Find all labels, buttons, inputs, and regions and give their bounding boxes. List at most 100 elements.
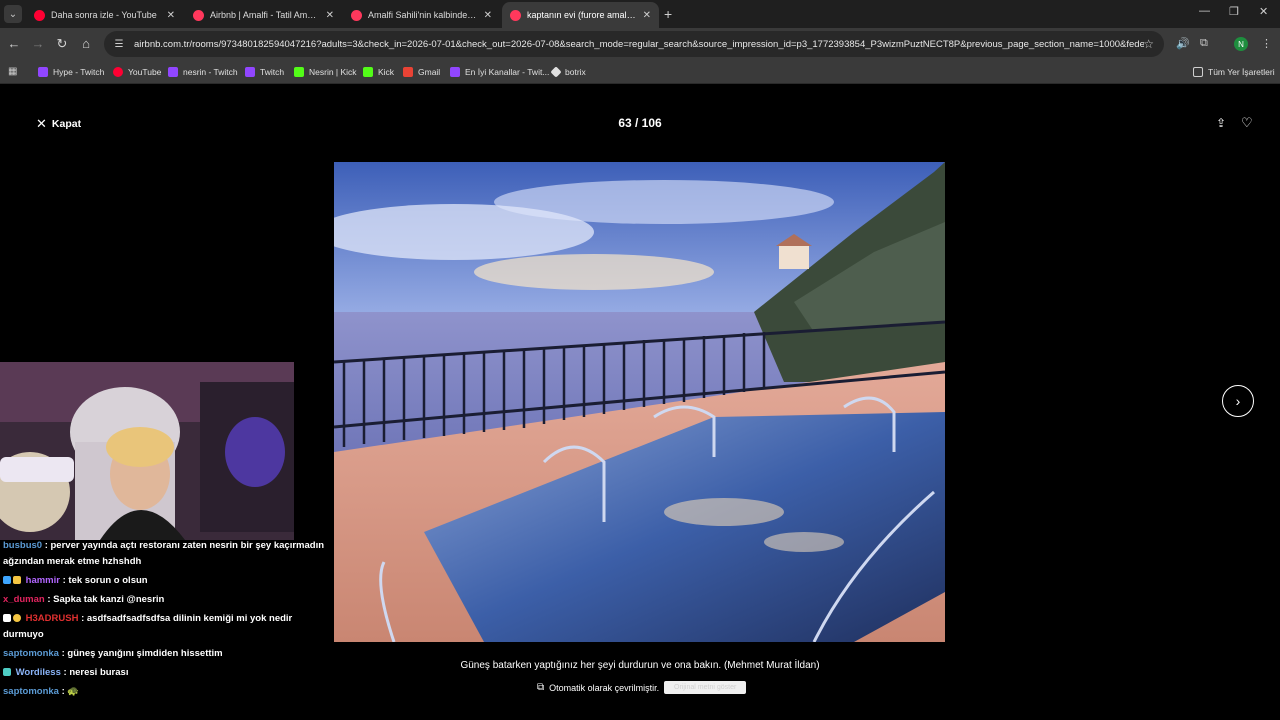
close-icon[interactable]: ✕ [643,10,651,21]
back-icon[interactable]: ← [6,36,22,51]
bookmark-item[interactable]: nesrin - Twitch [168,65,238,79]
chat-message: saptomonka : 🐢 [3,684,328,700]
folder-icon [1193,67,1203,77]
twitch-icon [38,67,48,77]
all-bookmarks-folder[interactable]: Tüm Yer İşaretleri [1193,65,1275,79]
close-label: Kapat [51,118,82,130]
youtube-icon [34,9,45,21]
chat-username: hammir [25,575,60,586]
bookmark-label: Twitch [260,67,285,77]
photo-counter: 63 / 106 [618,116,662,130]
chat-text: : Sapka tak kanzi @nesrin [47,594,165,605]
streamer-webcam [0,362,294,540]
show-original-button[interactable]: Orijinal metni göster [664,681,747,694]
kick-icon [363,67,373,77]
photo-caption: Güneş batarken yaptığınız her şeyi durdu… [460,660,820,671]
bookmark-label: Gmail [418,67,441,77]
new-tab-button[interactable]: + [664,6,672,22]
close-icon[interactable]: ✕ [484,10,492,21]
close-icon: ✕ [36,116,47,131]
bookmark-item[interactable]: YouTube [113,65,161,79]
site-info-icon[interactable]: ☰ [112,37,126,51]
bookmark-item[interactable]: En İyi Kanallar - Twit... [450,65,549,79]
gallery-photo [334,162,945,642]
forward-icon[interactable]: → [30,36,46,51]
terrace-sunset-image [334,162,945,642]
restore-icon[interactable]: ❐ [1229,5,1239,18]
airbnb-icon [510,9,521,21]
close-icon[interactable]: ✕ [326,10,334,21]
bookmark-label: Hype - Twitch [53,67,105,77]
chat-text: : neresi burası [63,667,129,678]
webcam-feed-image [0,362,294,540]
tab-amalfi-listing[interactable]: Amalfi Sahili'nin kalbinde "bom ✕ [343,2,500,28]
bookmark-item[interactable]: Twitch [245,65,284,79]
chat-username: Wordiless [15,667,61,678]
translation-notice: ⧉ Otomatik olarak çevrilmiştir. Orijinal… [537,681,747,694]
chat-text: : güneş yanığını şimdiden hissettim [61,648,223,659]
bookmark-item[interactable]: Gmail [403,65,440,79]
bookmark-label: YouTube [128,67,162,77]
twitch-icon [168,67,178,77]
reload-icon[interactable]: ↻ [54,36,70,52]
bookmark-label: Kick [378,67,395,77]
badge-icon [3,614,11,622]
chat-username: H3ADRUSH [25,613,79,624]
bookmark-item[interactable]: botrix [550,65,586,79]
chat-message: hammir : tek sorun o olsun [3,573,328,589]
chat-username: saptomonka [3,686,59,697]
bookmark-label: En İyi Kanallar - Twit... [465,67,550,77]
apps-grid-icon[interactable]: ▦ [8,66,17,77]
bookmark-label: Nesrin | Kick [309,67,357,77]
close-window-icon[interactable]: ✕ [1259,5,1268,18]
tab-youtube-watch-later[interactable]: Daha sonra izle - YouTube ✕ [26,2,183,28]
close-viewer-button[interactable]: ✕ Kapat [36,116,81,132]
minimize-icon[interactable]: — [1199,5,1210,17]
tab-kaptanin-evi[interactable]: kaptanın evi (furore amalfi sahil ✕ [502,2,659,28]
close-icon[interactable]: ✕ [167,10,175,21]
bookmark-star-icon[interactable]: ☆ [1143,37,1154,51]
stream-chat: busbus0 : perver yayında açtı restoranı … [3,538,328,703]
heart-icon[interactable]: ♡ [1241,115,1253,131]
bookmark-item[interactable]: Hype - Twitch [38,65,104,79]
profile-avatar[interactable]: N [1234,37,1248,51]
bookmark-item[interactable]: Kick [363,65,394,79]
next-photo-button[interactable]: › [1222,385,1254,417]
home-icon[interactable]: ⌂ [78,36,94,51]
tab-title: Airbnb | Amalfi - Tatil Amaçlı Ki [210,10,320,20]
share-icon[interactable]: ⇪ [1216,116,1226,130]
audio-icon[interactable]: 🔊 [1176,37,1190,50]
youtube-icon [113,67,123,77]
translate-icon: ⧉ [537,682,545,693]
chat-message: busbus0 : perver yayında açtı restoranı … [3,538,328,570]
chat-text: : tek sorun o olsun [62,575,148,586]
kick-icon [294,67,304,77]
tab-title: Daha sonra izle - YouTube [51,10,157,20]
address-bar[interactable]: ☰ airbnb.com.tr/rooms/973480182594047216… [104,31,1164,57]
chat-message: x_duman : Sapka tak kanzi @nesrin [3,592,328,608]
chat-username: saptomonka [3,648,59,659]
menu-icon[interactable]: ⋮ [1261,37,1272,50]
extensions-icon[interactable]: ⧉ [1200,37,1208,50]
airbnb-icon [193,9,204,21]
bookmark-label: botrix [565,67,586,77]
translation-label: Otomatik olarak çevrilmiştir. [549,682,660,693]
chat-text: : 🐢 [61,686,80,697]
bookmark-label: nesrin - Twitch [183,67,238,77]
bookmark-label: Tüm Yer İşaretleri [1208,67,1275,77]
chat-username: x_duman [3,594,45,605]
tab-airbnb-amalfi[interactable]: Airbnb | Amalfi - Tatil Amaçlı Ki ✕ [185,2,342,28]
gmail-icon [403,67,413,77]
badge-icon [13,576,21,584]
chat-message: H3ADRUSH : asdfsadfsadfsdfsa dilinin kem… [3,611,328,643]
bookmark-item[interactable]: Nesrin | Kick [294,65,357,79]
chat-text: : perver yayında açtı restoranı zaten ne… [3,540,325,567]
badge-icon [3,576,11,584]
botrix-icon [550,66,562,78]
bookmarks-bar: Hype - Twitch YouTube nesrin - Twitch Tw… [0,60,1280,84]
tab-search-button[interactable]: ⌄ [4,5,22,23]
twitch-icon [245,67,255,77]
chat-username: busbus0 [3,540,43,551]
tab-strip: ⌄ Daha sonra izle - YouTube ✕ Airbnb | A… [0,0,1280,28]
url-text[interactable]: airbnb.com.tr/rooms/973480182594047216?a… [134,39,1144,50]
